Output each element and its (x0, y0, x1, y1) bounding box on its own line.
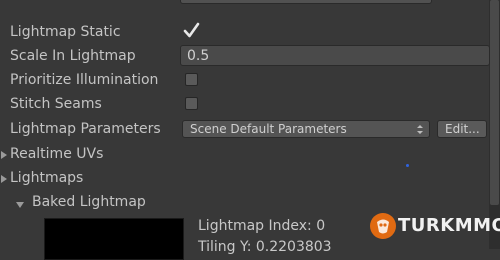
checkmark-icon (183, 22, 200, 38)
lightmap-static-label: Lightmap Static (10, 24, 121, 40)
prioritize-illumination-checkbox[interactable] (185, 73, 198, 86)
scale-in-lightmap-value: 0.5 (187, 48, 210, 64)
baked-lightmap-label[interactable]: Baked Lightmap (32, 193, 146, 211)
logo-icon (370, 213, 396, 239)
lightmap-index-text: Lightmap Index: 0 (198, 218, 326, 234)
blue-dot-marker (406, 164, 409, 167)
lightmaps-label[interactable]: Lightmaps (10, 169, 83, 187)
tiling-text: Tiling Y: 0.2203803 (198, 239, 332, 255)
watermark-text: TURKMMO (398, 215, 500, 236)
scrollbar-thumb[interactable] (490, 0, 499, 205)
realtime-uvs-label[interactable]: Realtime UVs (10, 145, 103, 163)
scale-in-lightmap-label: Scale In Lightmap (10, 48, 136, 64)
baked-lightmap-preview[interactable] (44, 218, 184, 260)
stitch-seams-checkbox[interactable] (185, 97, 198, 110)
lightmap-parameters-dropdown[interactable]: Scene Default Parameters (182, 120, 430, 138)
dropdown-arrows-icon (417, 125, 423, 134)
prioritize-illumination-label: Prioritize Illumination (10, 72, 159, 88)
object-field-top[interactable] (180, 0, 432, 4)
baked-lightmap-foldout-arrow-icon[interactable] (15, 197, 25, 213)
edit-parameters-button[interactable]: Edit... (437, 120, 487, 138)
lightmap-parameters-value: Scene Default Parameters (190, 122, 347, 136)
stitch-seams-label: Stitch Seams (10, 96, 102, 112)
lightmap-parameters-label: Lightmap Parameters (10, 121, 161, 137)
realtime-uvs-foldout-arrow-icon[interactable] (0, 148, 8, 164)
lightmaps-foldout-arrow-icon[interactable] (0, 172, 8, 188)
lightmap-static-checkbox[interactable] (183, 22, 201, 40)
scale-in-lightmap-field[interactable]: 0.5 (180, 45, 490, 66)
edit-button-label: Edit... (445, 122, 480, 136)
